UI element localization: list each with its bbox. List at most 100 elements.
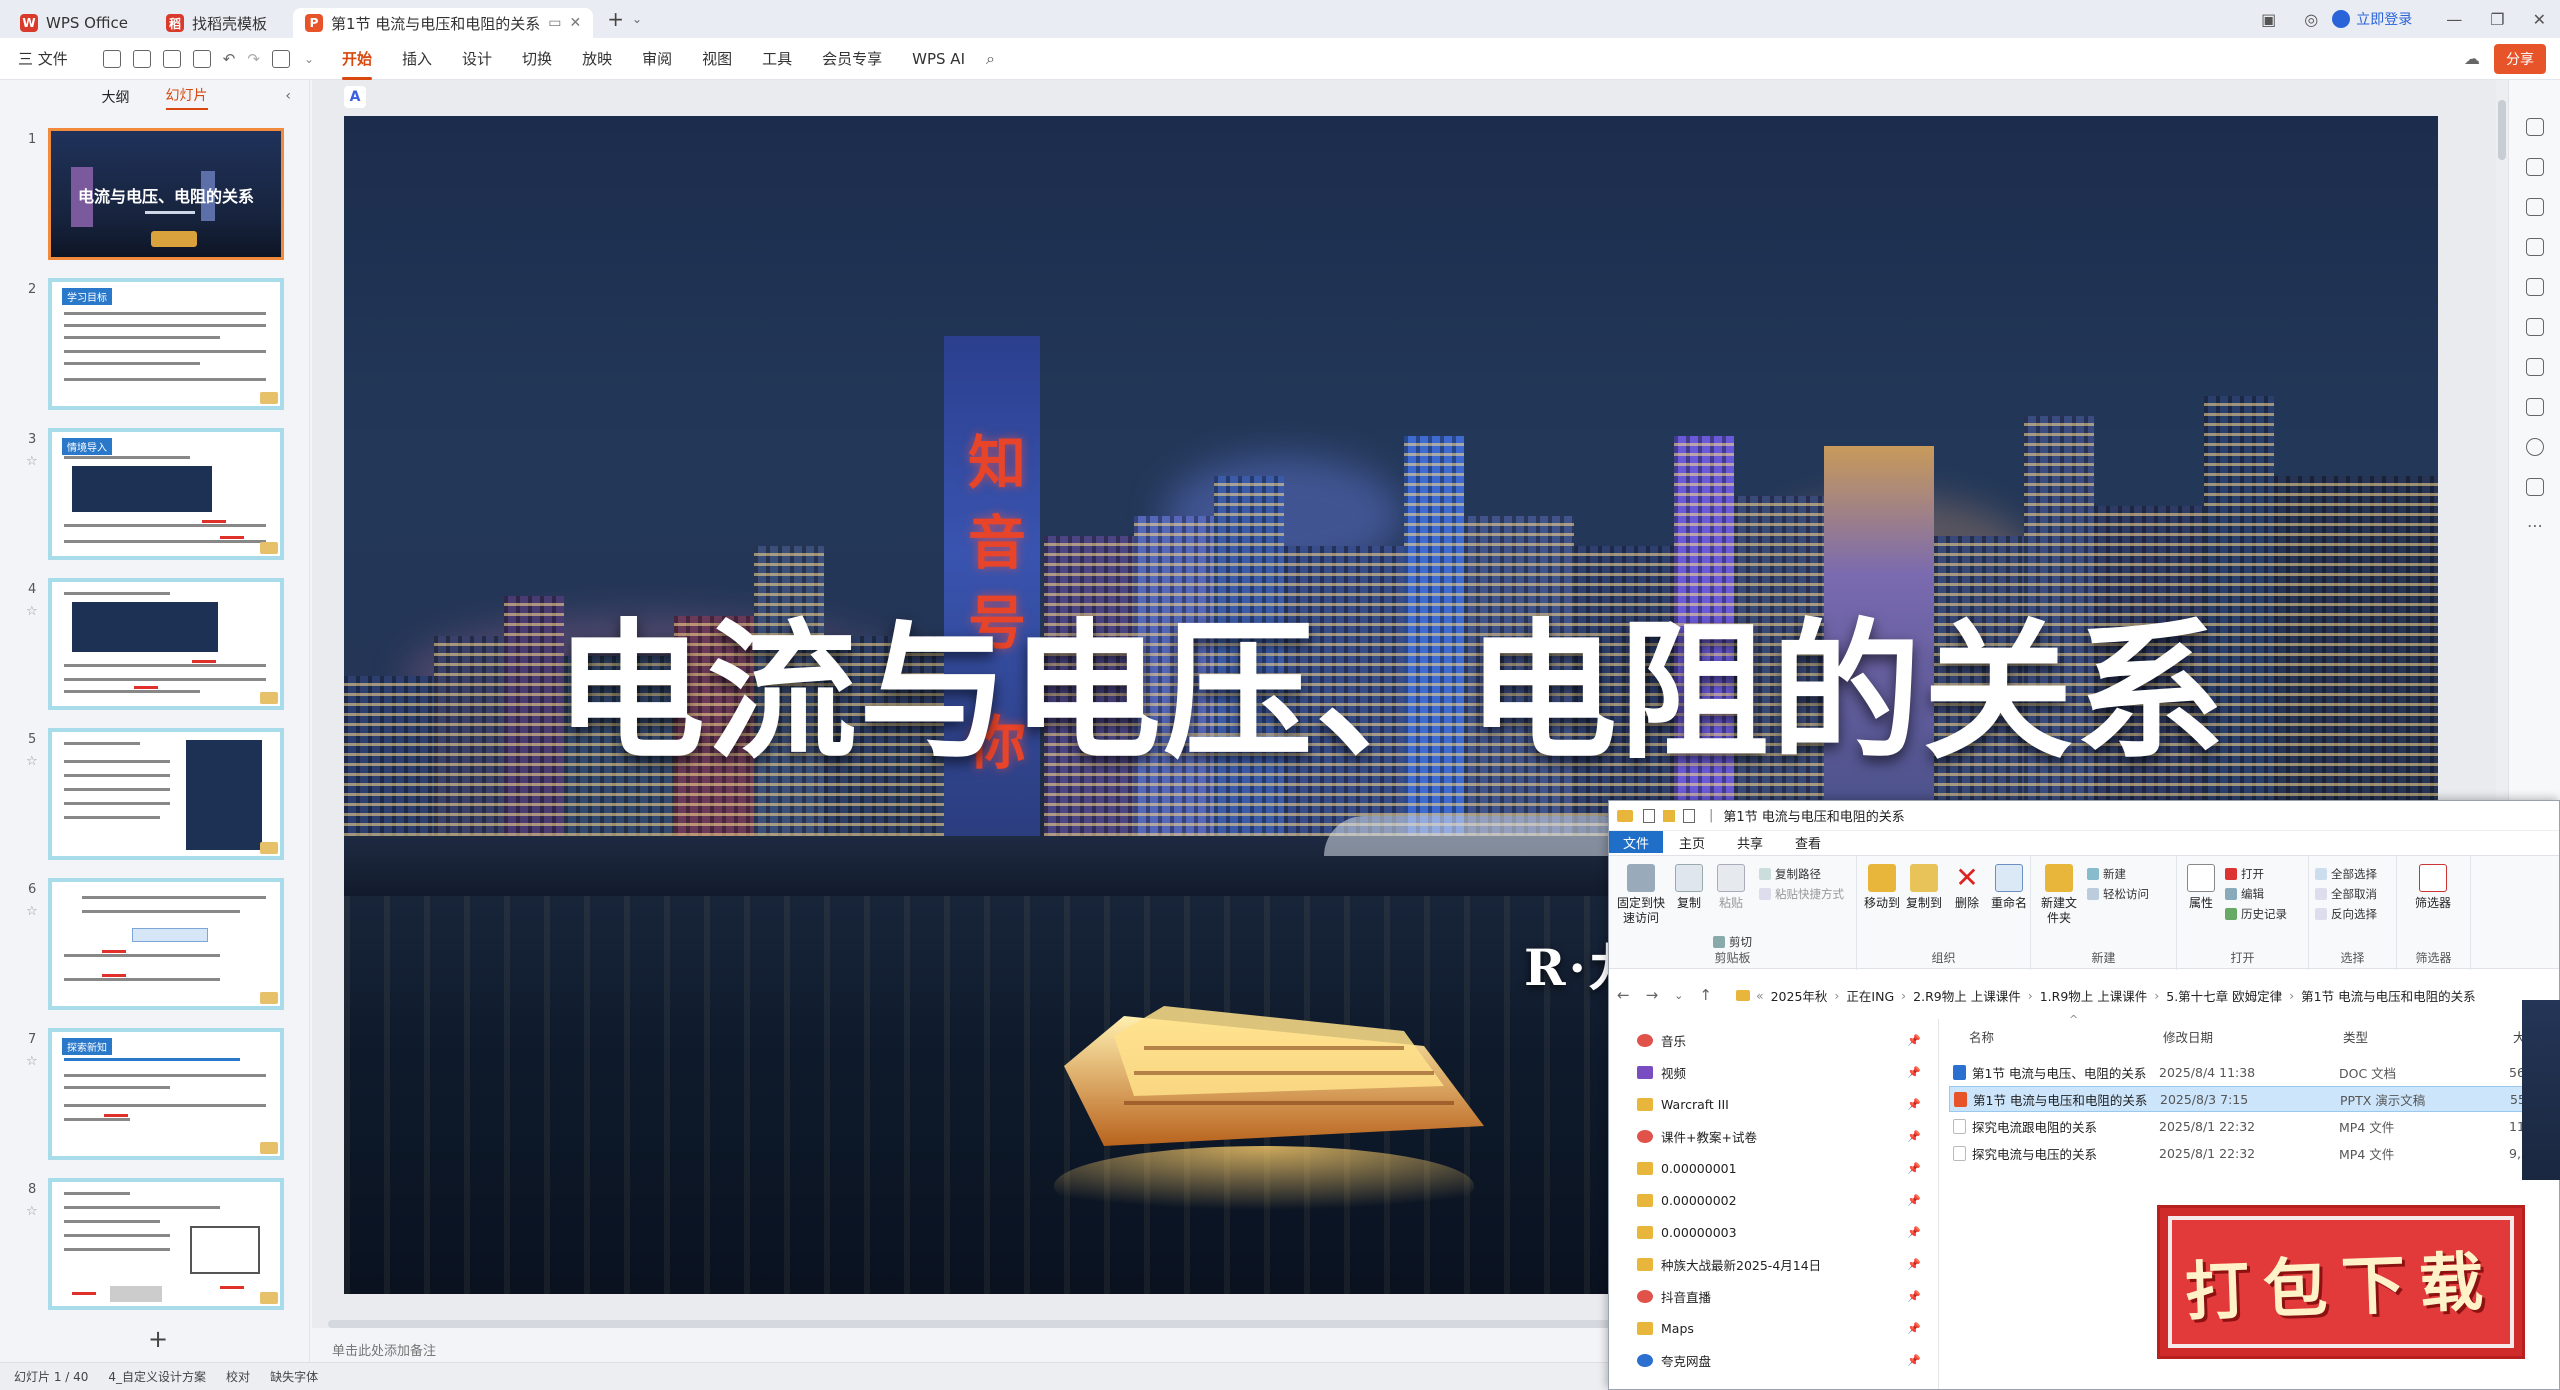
ribbon-tab-home[interactable]: 主页 <box>1663 833 1721 852</box>
tab-wps-office[interactable]: W WPS Office <box>8 8 140 38</box>
thumbnail-slide-4[interactable] <box>48 578 284 710</box>
print-preview-icon[interactable] <box>192 49 211 68</box>
thumbnail-slide-1[interactable]: 电流与电压、电阻的关系 <box>48 128 284 260</box>
paste-button[interactable]: 粘贴 <box>1713 864 1749 911</box>
tab-slides[interactable]: 幻灯片 <box>165 85 208 110</box>
nav-item-folder[interactable]: 0.00000001 📌 <box>1637 1153 1927 1183</box>
tab-presentation[interactable]: P 第1节 电流与电压和电阻的关系 ▭ ✕ <box>292 8 594 38</box>
proofread-button[interactable]: 校对 <box>226 1368 250 1385</box>
breadcrumb-item[interactable]: 正在ING <box>1846 986 1894 1005</box>
missing-fonts-button[interactable]: 缺失字体 <box>270 1368 318 1385</box>
quick-access-icon[interactable] <box>1643 808 1655 823</box>
help-icon[interactable] <box>2526 438 2544 456</box>
up-icon[interactable]: ↑ <box>1699 986 1712 1004</box>
thumbnail-slide-3[interactable]: 情境导入 <box>48 428 284 560</box>
thumbnail-row[interactable]: 5 ☆ <box>0 728 310 866</box>
menu-transitions[interactable]: 切换 <box>522 48 552 69</box>
star-icon[interactable] <box>2526 198 2544 216</box>
breadcrumb-item[interactable]: 2.R9物上 上课课件 <box>1913 986 2021 1005</box>
translate-icon[interactable] <box>2526 358 2544 376</box>
restore-icon[interactable]: ❐ <box>2490 10 2504 29</box>
address-bar[interactable]: ← → ⌄ ↑ « 2025年秋 › 正在ING › 2.R9物上 上课课件 › 1.… <box>1609 977 2559 1013</box>
collapse-panel-icon[interactable]: ‹ <box>285 88 291 104</box>
tools-icon[interactable] <box>2526 278 2544 296</box>
thumbnail-row[interactable]: 6 ☆ <box>0 878 310 1016</box>
nav-item-folder[interactable]: 0.00000002 📌 <box>1637 1185 1927 1215</box>
notes-placeholder[interactable]: 单击此处添加备注 <box>332 1340 436 1359</box>
quick-access-icon[interactable] <box>1663 809 1675 822</box>
delete-button[interactable]: ✕ 删除 <box>1949 864 1985 911</box>
slide-title[interactable]: 电流与电压、电阻的关系 <box>344 571 2438 788</box>
more-chevron-icon[interactable]: ⌄ <box>304 52 314 66</box>
new-tab-button[interactable]: + <box>607 7 624 31</box>
add-slide-button[interactable]: + <box>148 1325 168 1353</box>
breadcrumb-item[interactable]: 5.第十七章 欧姆定律 <box>2166 986 2282 1005</box>
print-icon[interactable] <box>162 49 181 68</box>
menu-slideshow[interactable]: 放映 <box>582 48 612 69</box>
cut-button[interactable]: 剪切 <box>1713 934 1752 950</box>
login-button[interactable]: 立即登录 <box>2332 9 2412 29</box>
close-tab-icon[interactable]: ✕ <box>570 15 582 31</box>
tab-outline[interactable]: 大纲 <box>102 87 130 107</box>
thumbnail-slide-6[interactable] <box>48 878 284 1010</box>
star-icon[interactable]: ☆ <box>26 1204 38 1219</box>
star-icon[interactable]: ☆ <box>26 754 38 769</box>
nav-item-folder[interactable]: Warcraft III 📌 <box>1637 1089 1927 1119</box>
breadcrumb-item[interactable]: 2025年秋 <box>1771 986 1828 1005</box>
tool-icon[interactable] <box>2526 118 2544 136</box>
menu-view[interactable]: 视图 <box>702 48 732 69</box>
minimize-icon[interactable]: — <box>2446 10 2462 29</box>
undo-icon[interactable]: ↶ <box>223 50 236 68</box>
thumbnail-row[interactable]: 2 学习目标 <box>0 278 310 416</box>
select-none-button[interactable]: 全部取消 <box>2315 886 2377 902</box>
thumbnail-slide-2[interactable]: 学习目标 <box>48 278 284 410</box>
nav-item-music[interactable]: 音乐 📌 <box>1637 1025 1927 1055</box>
edit-button[interactable]: 编辑 <box>2225 886 2264 902</box>
nav-item-folder[interactable]: 抖音直播 📌 <box>1637 1281 1927 1311</box>
column-header-date[interactable]: 修改日期 <box>2163 1027 2213 1053</box>
forward-icon[interactable]: → <box>1646 986 1659 1004</box>
nav-item-videos[interactable]: 视频 📌 <box>1637 1057 1927 1087</box>
vertical-scrollbar[interactable] <box>2498 100 2506 160</box>
menu-member[interactable]: 会员专享 <box>822 48 882 69</box>
skin-icon[interactable]: ◎ <box>2304 10 2318 29</box>
copy-icon[interactable] <box>2526 238 2544 256</box>
ribbon-tab-view[interactable]: 查看 <box>1779 833 1837 852</box>
file-row[interactable]: 第1节 电流与电压和电阻的关系 2025/8/3 7:15 PPTX 演示文稿 … <box>1949 1086 2559 1112</box>
wps-ai-icon[interactable]: A <box>344 86 366 108</box>
nav-item-folder[interactable]: 种族大战最新2025-4月14日 📌 <box>1637 1249 1927 1279</box>
ribbon-tab-file[interactable]: 文件 <box>1609 831 1664 853</box>
close-window-icon[interactable]: ✕ <box>2533 10 2546 29</box>
ribbon-tab-share[interactable]: 共享 <box>1721 833 1779 852</box>
thumbnail-slide-7[interactable]: 探索新知 <box>48 1028 284 1160</box>
format-painter-icon[interactable] <box>271 49 290 68</box>
cloud-sync-icon[interactable]: ☁ <box>2464 49 2480 68</box>
redo-icon[interactable]: ↷ <box>247 50 260 68</box>
menu-tools[interactable]: 工具 <box>762 48 792 69</box>
tab-list-chevron-icon[interactable]: ⌄ <box>632 12 642 26</box>
nav-item-folder[interactable]: Maps 📌 <box>1637 1313 1927 1343</box>
paste-shortcut-button[interactable]: 粘贴快捷方式 <box>1759 886 1844 902</box>
layout-icon[interactable]: ▣ <box>2261 10 2276 29</box>
comment-icon[interactable] <box>2526 478 2544 496</box>
history-button[interactable]: 历史记录 <box>2225 906 2287 922</box>
pin-quick-access-button[interactable]: 固定到快速访问 <box>1615 864 1667 926</box>
file-row[interactable]: 探究电流与电压的关系 2025/8/1 22:32 MP4 文件 9,51 <box>1949 1140 2559 1166</box>
menu-design[interactable]: 设计 <box>462 48 492 69</box>
magic-icon[interactable] <box>2526 158 2544 176</box>
copy-path-button[interactable]: 复制路径 <box>1759 866 1821 882</box>
thumbnail-row[interactable]: 4 ☆ <box>0 578 310 716</box>
easy-access-button[interactable]: 轻松访问 <box>2087 886 2149 902</box>
menu-review[interactable]: 审阅 <box>642 48 672 69</box>
file-menu[interactable]: 三 文件 <box>18 48 68 69</box>
new-item-button[interactable]: 新建 <box>2087 866 2126 882</box>
star-icon[interactable]: ☆ <box>26 454 38 469</box>
file-row[interactable]: 探究电流跟电阻的关系 2025/8/1 22:32 MP4 文件 11,30 <box>1949 1113 2559 1139</box>
export-pdf-icon[interactable] <box>132 49 151 68</box>
star-icon[interactable]: ☆ <box>26 604 38 619</box>
thumbnail-row[interactable]: 1 电流与电压、电阻的关系 <box>0 128 310 266</box>
save-icon[interactable] <box>102 49 121 68</box>
open-button[interactable]: 打开 <box>2225 866 2264 882</box>
tab-docer-templates[interactable]: 稻 找稻壳模板 <box>154 8 279 38</box>
share-button[interactable]: 分享 <box>2494 43 2546 74</box>
